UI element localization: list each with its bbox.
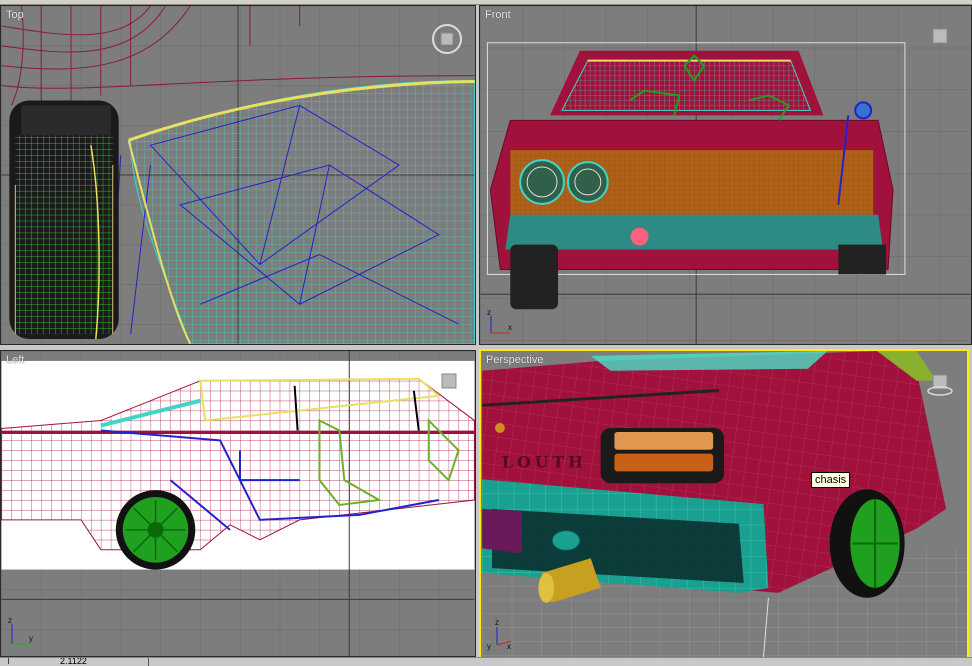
axis-x-label: x [508, 323, 512, 332]
viewport-label-perspective: Perspective [486, 354, 544, 366]
viewport-perspective[interactable]: LOUTH Perspective chasis z x y [479, 349, 969, 659]
viewport-left[interactable]: Left z y [0, 350, 476, 657]
left-view-wireframe [1, 351, 475, 656]
viewport-top[interactable]: Top [0, 5, 476, 345]
object-tooltip: chasis [811, 472, 851, 488]
status-arrow-icon[interactable] [2, 658, 9, 664]
decal-text: LOUTH [502, 452, 587, 471]
front-view-wireframe [480, 6, 971, 344]
viewport-label-top: Top [6, 9, 24, 21]
viewcube-icon[interactable] [439, 371, 459, 391]
axis-y-label: y [29, 634, 33, 643]
top-view-wireframe [1, 6, 475, 344]
axis-tripod-icon: z y [8, 616, 33, 645]
viewport-label-left: Left [6, 354, 25, 366]
axis-tripod-icon: z x y [487, 618, 512, 651]
viewport-front[interactable]: Front z x [479, 5, 972, 345]
viewport-label-front: Front [485, 9, 511, 21]
axis-tripod-icon: z x [487, 308, 512, 334]
viewcube-icon[interactable] [431, 23, 463, 55]
axis-z-label: z [487, 308, 491, 317]
axis-z-label: z [495, 618, 499, 627]
viewcube-icon[interactable] [930, 26, 950, 46]
perspective-view-render: LOUTH [482, 351, 966, 657]
axis-z-label: z [8, 616, 12, 625]
viewcube-icon[interactable] [926, 369, 954, 397]
axis-y-label: y [487, 642, 491, 651]
axis-x-label: x [507, 642, 511, 651]
